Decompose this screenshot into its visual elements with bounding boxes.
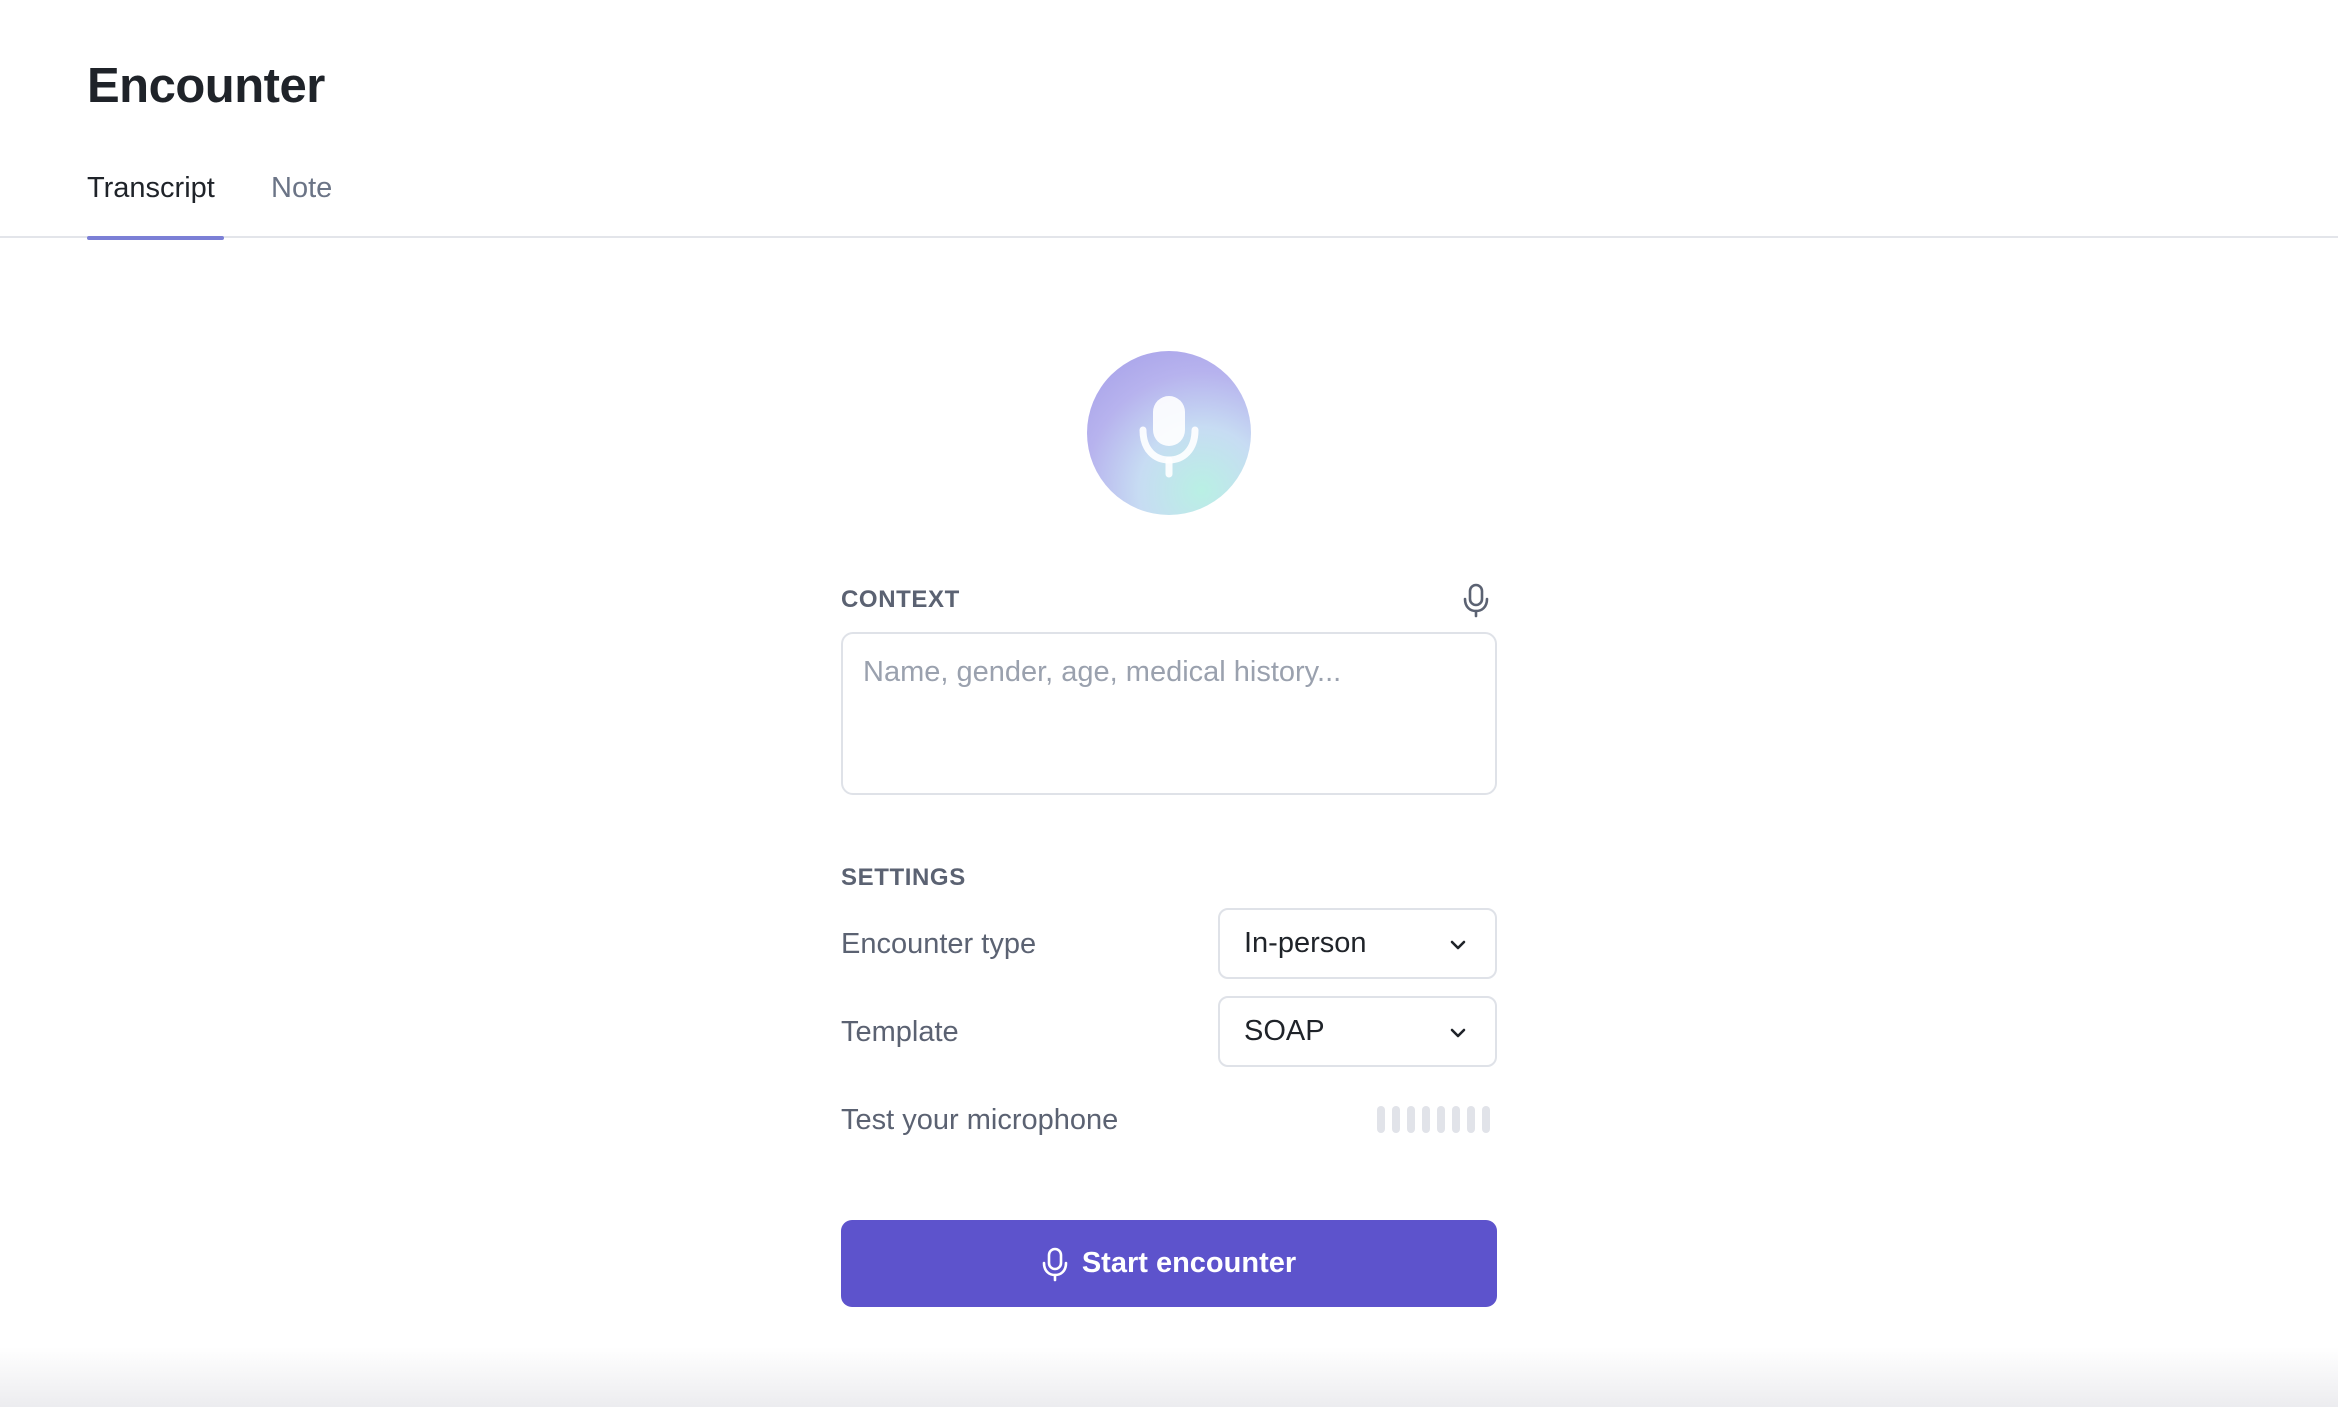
context-label: CONTEXT (841, 586, 960, 613)
context-textarea[interactable] (841, 632, 1497, 795)
mic-level-bar (1377, 1106, 1385, 1133)
tab-bar: Transcript Note (0, 160, 2338, 240)
encounter-type-value: In-person (1244, 927, 1367, 959)
mic-level-bar (1392, 1106, 1400, 1133)
mic-level-meter (1377, 1106, 1490, 1133)
mic-level-bar (1467, 1106, 1475, 1133)
microphone-icon (1042, 1247, 1068, 1281)
mic-level-bar (1482, 1106, 1490, 1133)
page-title: Encounter (87, 59, 325, 113)
chevron-down-icon (1450, 940, 1466, 950)
template-value: SOAP (1244, 1015, 1325, 1047)
mic-test-label: Test your microphone (841, 1104, 1119, 1136)
microphone-icon (1139, 396, 1199, 478)
start-encounter-button[interactable]: Start encounter (841, 1220, 1497, 1307)
encounter-type-select[interactable]: In-person (1218, 908, 1497, 979)
encounter-type-label: Encounter type (841, 928, 1037, 960)
encounter-page: Encounter Transcript Note CONTEXT SETTIN… (0, 0, 2338, 1407)
mic-level-bar (1437, 1106, 1445, 1133)
template-select[interactable]: SOAP (1218, 996, 1497, 1067)
mic-level-bar (1452, 1106, 1460, 1133)
bottom-fade (0, 1347, 2338, 1407)
mic-level-bar (1407, 1106, 1415, 1133)
microphone-icon (1463, 583, 1489, 618)
template-label: Template (841, 1016, 959, 1048)
chevron-down-icon (1450, 1028, 1466, 1038)
tab-transcript[interactable]: Transcript (87, 172, 224, 240)
tab-note[interactable]: Note (271, 172, 332, 238)
hero-microphone (1087, 351, 1251, 515)
start-encounter-label: Start encounter (1081, 1247, 1297, 1279)
mic-level-bar (1422, 1106, 1430, 1133)
settings-label: SETTINGS (841, 864, 966, 891)
context-dictate-button[interactable] (1459, 582, 1493, 618)
